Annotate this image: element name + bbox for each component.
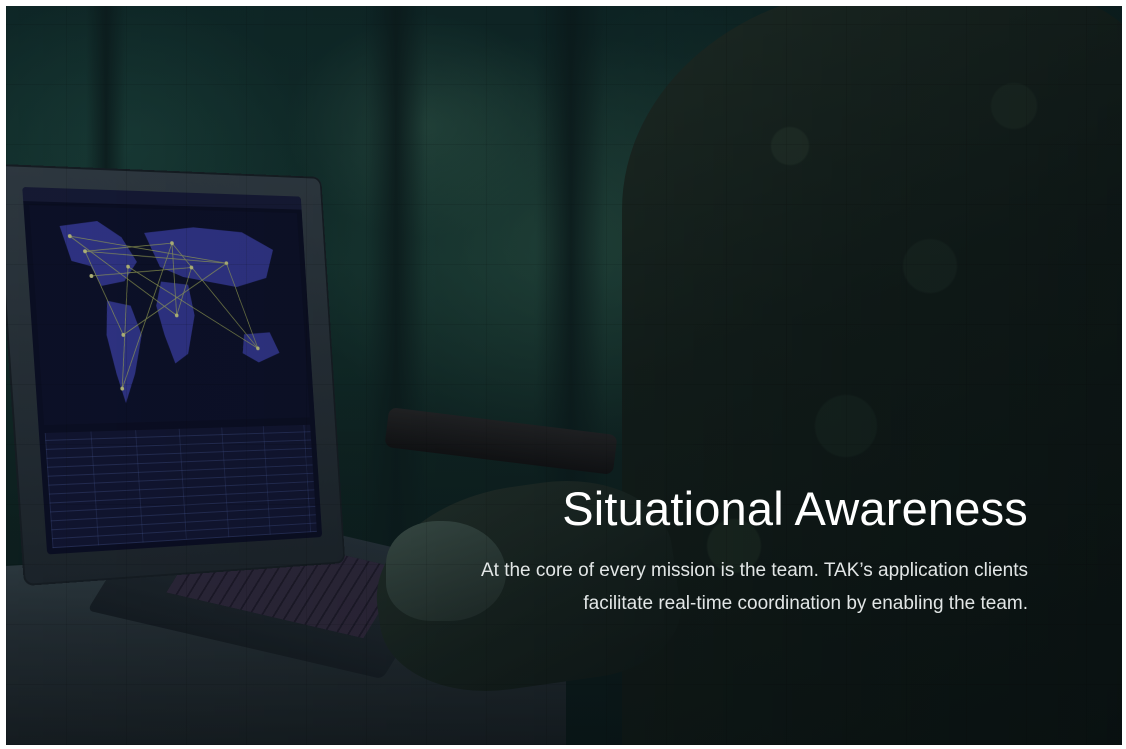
hero-headline: Situational Awareness	[562, 482, 1028, 535]
hero-subtitle: At the core of every mission is the team…	[328, 554, 1028, 620]
hero-text: Situational Awareness At the core of eve…	[328, 482, 1028, 620]
grid-overlay	[6, 6, 1122, 745]
hero-banner: Situational Awareness At the core of eve…	[6, 6, 1122, 745]
hero-subtitle-line-1: At the core of every mission is the team…	[480, 560, 1028, 582]
hero-subtitle-line-2: facilitate real-time coordination by ena…	[583, 593, 1028, 615]
